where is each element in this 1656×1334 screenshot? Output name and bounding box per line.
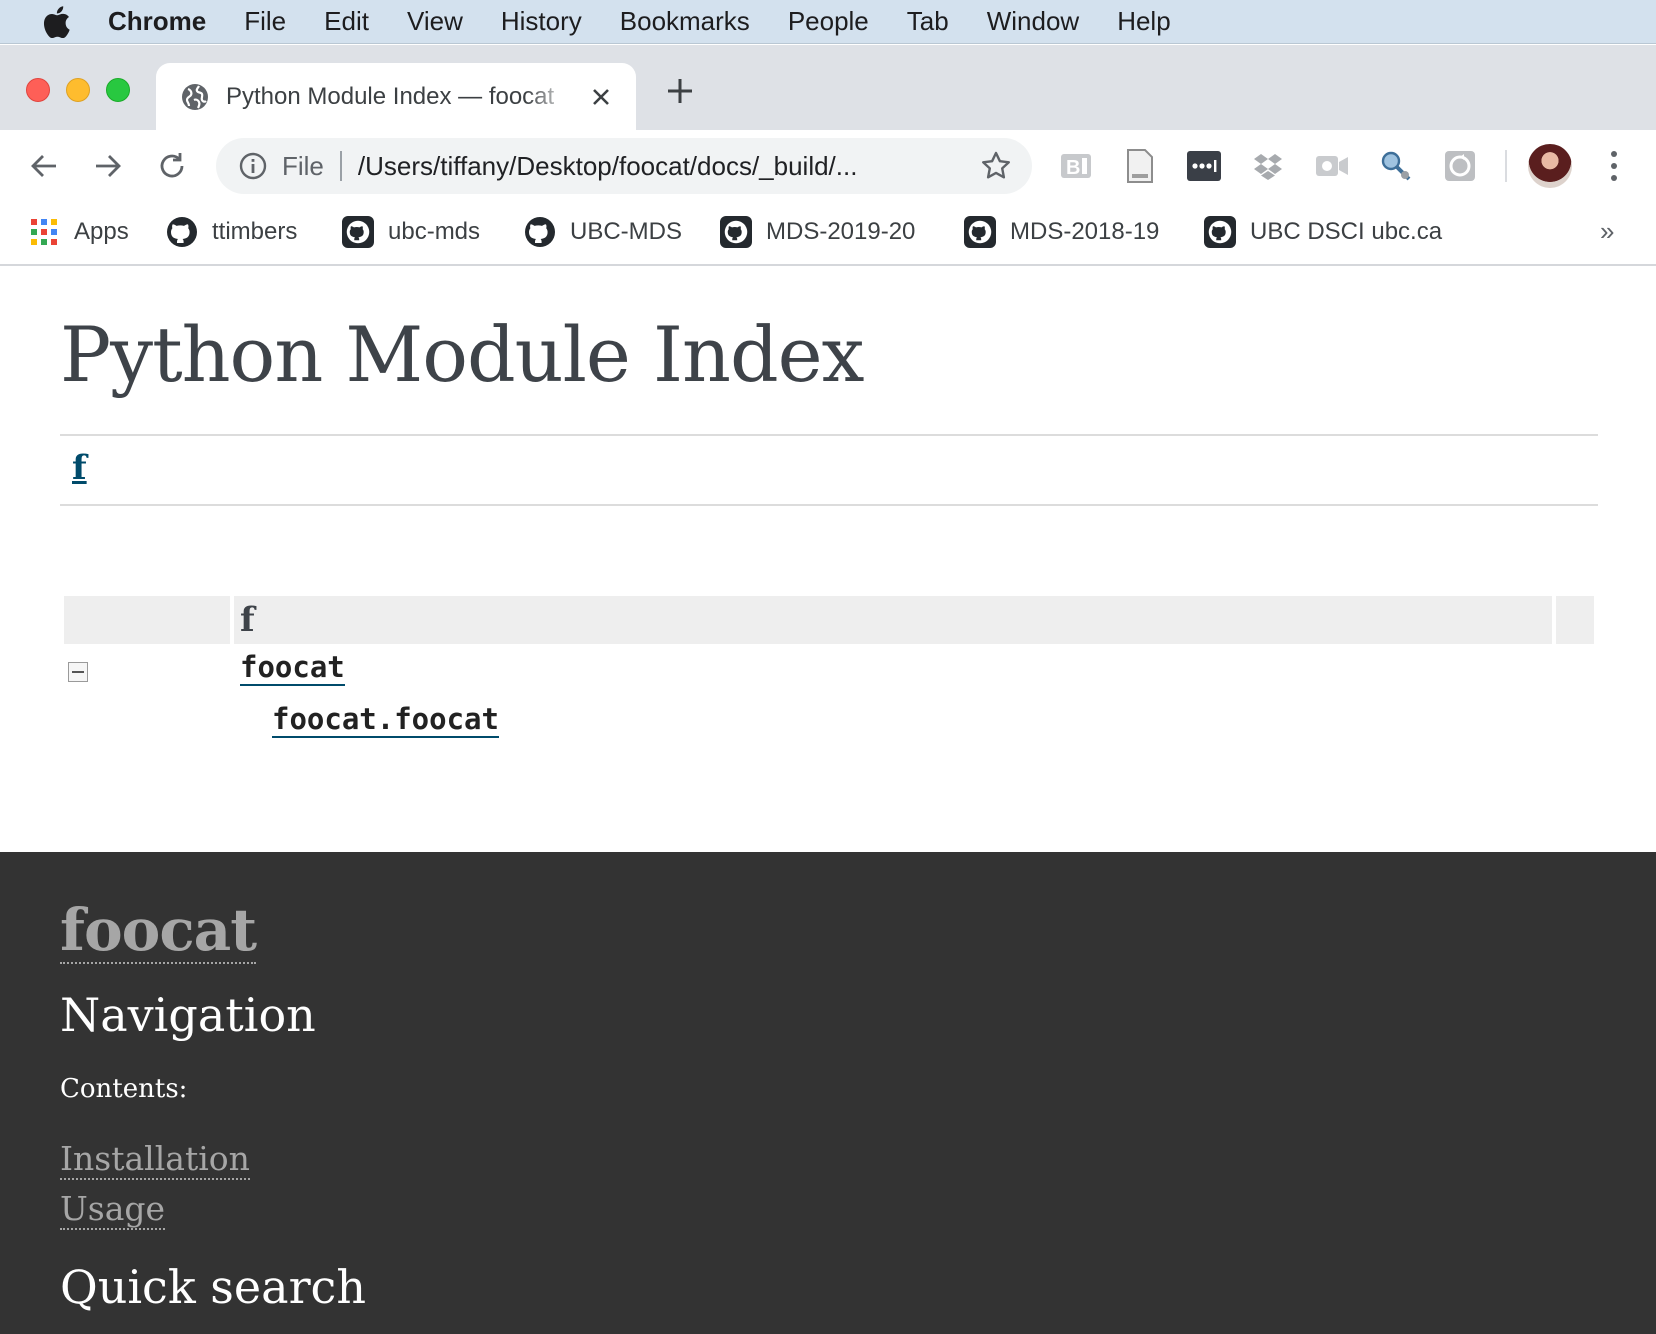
info-icon[interactable] <box>238 151 268 181</box>
github-icon <box>524 216 556 248</box>
tab-strip: Python Module Index — foocat <box>0 45 1656 130</box>
apps-grid-icon <box>28 216 60 248</box>
bookmark-label: MDS-2018-19 <box>1010 218 1160 245</box>
module-link-foocat[interactable]: foocat <box>240 650 345 686</box>
divider <box>60 434 1598 436</box>
menu-file[interactable]: File <box>244 6 286 37</box>
svg-text:B: B <box>1066 157 1080 179</box>
macos-menu-bar: Chrome File Edit View History Bookmarks … <box>0 0 1656 44</box>
forward-button[interactable] <box>88 146 128 186</box>
url-text[interactable]: /Users/tiffany/Desktop/foocat/docs/_buil… <box>358 151 958 182</box>
back-button[interactable] <box>24 146 64 186</box>
caption-cell <box>234 596 1552 644</box>
bookmark-label: MDS-2019-20 <box>766 218 916 245</box>
sidebar: foocat Navigation Contents: Installation… <box>0 852 1656 1334</box>
sync-icon[interactable] <box>1442 148 1478 184</box>
section-letter: f <box>240 600 255 640</box>
menu-people[interactable]: People <box>788 6 869 37</box>
url-scheme-label: File <box>282 150 324 181</box>
star-icon[interactable] <box>980 150 1012 182</box>
menu-tab[interactable]: Tab <box>907 6 949 37</box>
more-menu-icon[interactable] <box>1598 148 1630 184</box>
reload-button[interactable] <box>152 146 192 186</box>
bookmark-UBC-MDS[interactable]: UBC-MDS <box>524 212 682 252</box>
caption-cell <box>64 596 230 644</box>
tab-active[interactable]: Python Module Index — foocat <box>156 63 636 130</box>
document-icon[interactable] <box>1122 148 1158 184</box>
bookmark-label: UBC DSCI ubc.ca <box>1250 218 1443 245</box>
menu-view[interactable]: View <box>407 6 463 37</box>
github-org-icon <box>964 216 996 248</box>
address-bar[interactable]: File /Users/tiffany/Desktop/foocat/docs/… <box>216 138 1032 194</box>
menu-window[interactable]: Window <box>987 6 1079 37</box>
window-zoom-button[interactable] <box>106 78 130 102</box>
menu-edit[interactable]: Edit <box>324 6 369 37</box>
video-icon[interactable] <box>1314 148 1350 184</box>
divider <box>60 504 1598 506</box>
dropbox-icon[interactable] <box>1250 148 1286 184</box>
letter-caption-row: f <box>64 596 1594 644</box>
tab-title: Python Module Index — foocat <box>226 82 555 110</box>
page-title: Python Module Index <box>60 310 864 399</box>
nav-link-installation[interactable]: Installation <box>60 1140 250 1180</box>
bookmark-mds-2019-20[interactable]: MDS-2019-20 <box>720 212 915 252</box>
github-org-icon <box>720 216 752 248</box>
project-logo-link[interactable]: foocat <box>60 898 257 964</box>
bookmark-label: ttimbers <box>212 218 298 245</box>
contents-caption: Contents: <box>60 1074 188 1104</box>
bold-b-icon[interactable]: B <box>1058 148 1094 184</box>
toolbar-divider <box>1505 150 1507 182</box>
omnibox-divider <box>339 151 342 181</box>
caption-cell <box>1556 596 1594 644</box>
browser-toolbar: File /Users/tiffany/Desktop/foocat/docs/… <box>0 130 1656 202</box>
bookmark-ubc-dsci[interactable]: UBC DSCI ubc.ca <box>1204 212 1442 252</box>
quick-search-heading: Quick search <box>60 1260 366 1314</box>
bookmark-label: ubc-mds <box>388 218 481 245</box>
github-icon <box>166 216 198 248</box>
apple-logo-icon[interactable] <box>40 5 74 39</box>
window-close-button[interactable] <box>26 78 50 102</box>
bookmarks-overflow-button[interactable]: » <box>1600 216 1614 247</box>
profile-avatar[interactable] <box>1528 144 1572 188</box>
window-minimize-button[interactable] <box>66 78 90 102</box>
navigation-heading: Navigation <box>60 988 316 1042</box>
github-org-icon <box>342 216 374 248</box>
globe-icon <box>180 82 210 112</box>
menu-bookmarks[interactable]: Bookmarks <box>620 6 750 37</box>
bookmark-apps[interactable]: Apps <box>28 212 129 252</box>
collapse-toggle-icon[interactable] <box>68 662 88 682</box>
bookmarks-bar: Apps ttimbers ubc-mds UBC-MDS MDS-2019-2… <box>0 202 1656 266</box>
bookmark-label: UBC-MDS <box>570 218 682 245</box>
module-link-foocat-foocat[interactable]: foocat.foocat <box>272 702 499 738</box>
github-org-icon <box>1204 216 1236 248</box>
bookmark-label: Apps <box>74 218 129 245</box>
bookmark-ubc-mds[interactable]: ubc-mds <box>342 212 480 252</box>
page-content: Python Module Index f f foocat foocat.fo… <box>0 268 1656 852</box>
close-icon[interactable] <box>588 84 614 110</box>
letter-index-link[interactable]: f <box>72 448 87 488</box>
menu-help[interactable]: Help <box>1117 6 1170 37</box>
password-manager-icon[interactable] <box>1186 148 1222 184</box>
nav-link-usage[interactable]: Usage <box>60 1190 166 1230</box>
new-tab-button[interactable] <box>662 73 698 109</box>
menu-app-chrome[interactable]: Chrome <box>108 6 206 37</box>
bookmark-ttimbers[interactable]: ttimbers <box>166 212 297 252</box>
magnifier-icon[interactable] <box>1378 148 1414 184</box>
menu-history[interactable]: History <box>501 6 582 37</box>
bookmark-mds-2018-19[interactable]: MDS-2018-19 <box>964 212 1159 252</box>
